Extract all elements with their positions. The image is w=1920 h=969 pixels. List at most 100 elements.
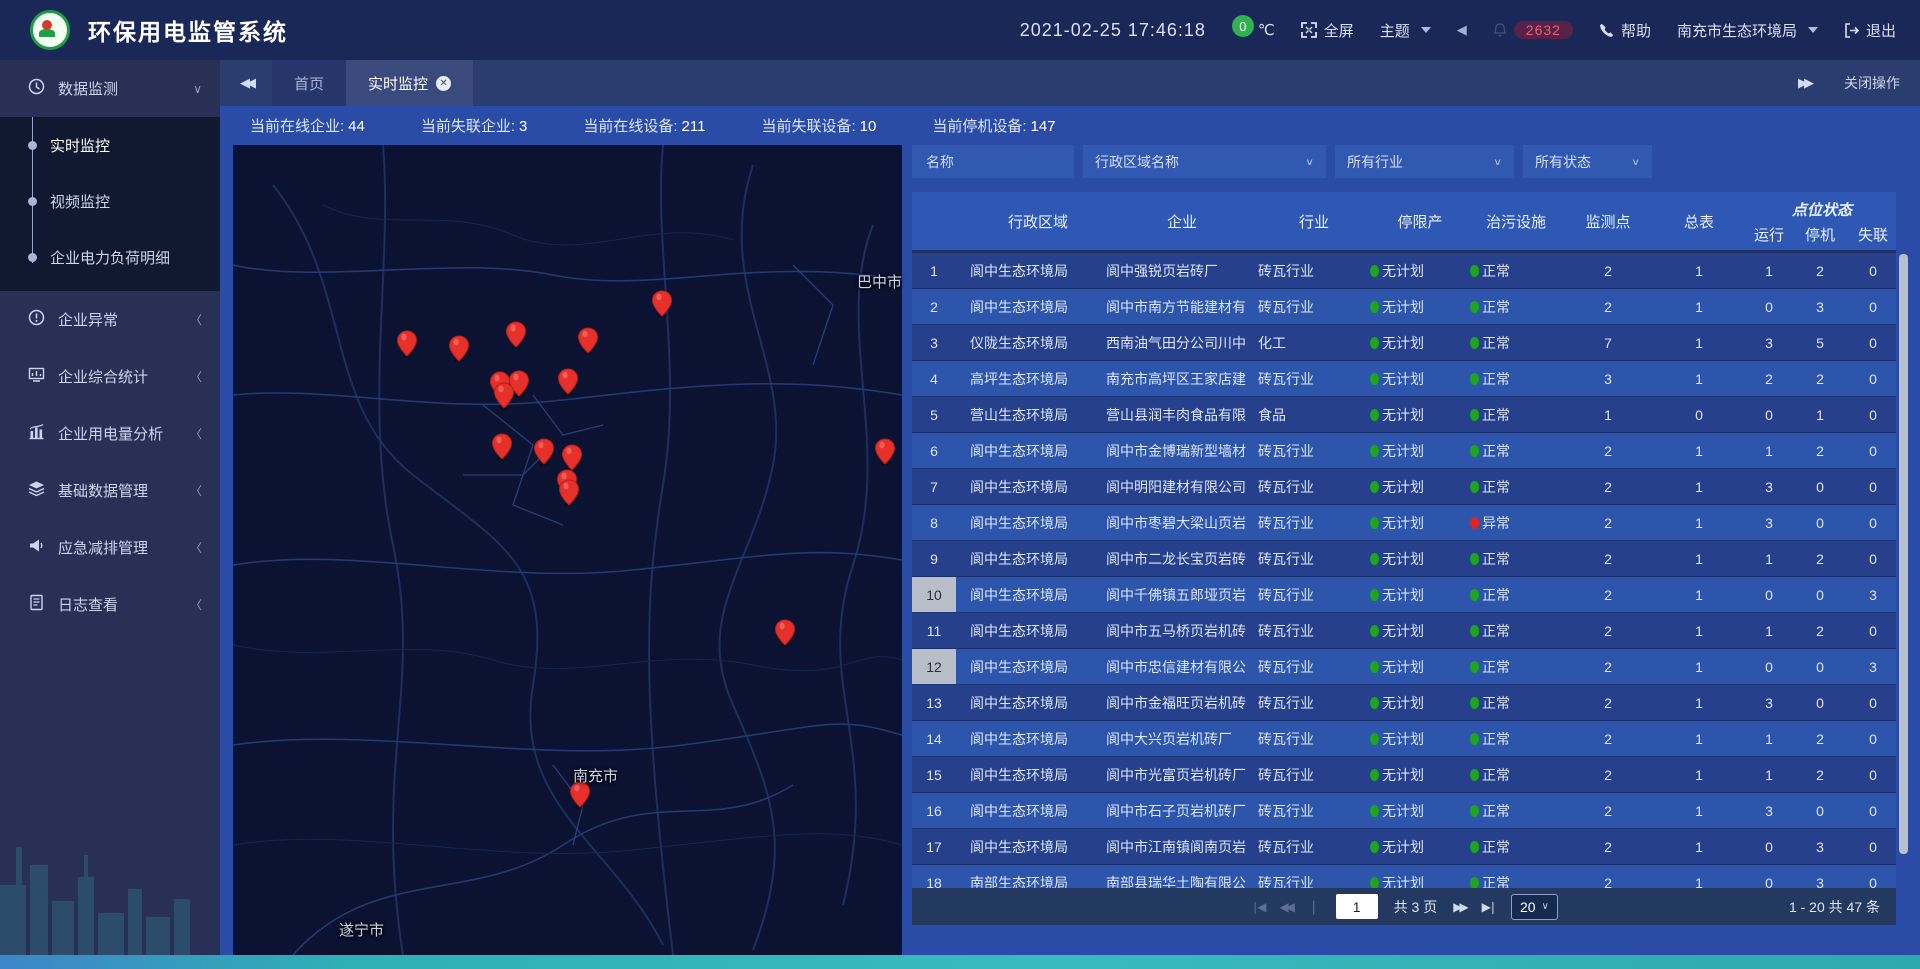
map-pin-3[interactable] [577,327,599,355]
sidebar-item-2[interactable]: 企业综合统计〈 [0,348,220,405]
cell-index: 13 [912,685,956,720]
sidebar-item-0[interactable]: 数据监测∨ [0,60,220,117]
sidebar-subitem-0-2[interactable]: 企业电力负荷明细 [0,229,220,285]
cell-index: 17 [912,829,956,864]
cell-index: 2 [912,289,956,324]
map-pin-2[interactable] [505,321,527,349]
cell-company: 阆中市光富页岩机砖厂 [1106,765,1258,785]
map-pin-9[interactable] [491,433,513,461]
table-row-6[interactable]: 6阆中生态环境局阆中市金博瑞新型墙材砖瓦行业无计划正常21120 [912,433,1896,469]
table-row-9[interactable]: 9阆中生态环境局阆中市二龙长宝页岩砖砖瓦行业无计划正常21120 [912,541,1896,577]
cell-monitor-count: 2 [1562,623,1654,639]
table-row-4[interactable]: 4高坪生态环境局南充市高坪区王家店建砖瓦行业无计划正常31220 [912,361,1896,397]
table-row-14[interactable]: 14阆中生态环境局阆中大兴页岩机砖厂砖瓦行业无计划正常21120 [912,721,1896,757]
sidebar-item-6[interactable]: 日志查看〈 [0,576,220,633]
sidebar-item-4[interactable]: 基础数据管理〈 [0,462,220,519]
help-button[interactable]: 帮助 [1599,20,1651,41]
table-row-16[interactable]: 16阆中生态环境局阆中市石子页岩机砖厂砖瓦行业无计划正常21300 [912,793,1896,829]
map-pin-15[interactable] [774,619,796,647]
tabs-scroll-left-button[interactable]: ◀◀ [220,60,272,106]
map-pin-0[interactable] [396,330,418,358]
table-row-17[interactable]: 17阆中生态环境局阆中市江南镇阆南页岩砖瓦行业无计划正常21030 [912,829,1896,865]
status-dot-green [1470,337,1479,349]
cell-total-count: 1 [1654,803,1744,819]
map-pin-11[interactable] [561,444,583,472]
tabs-scroll-right-button[interactable]: ▶▶ [1798,75,1810,91]
sidebar-item-5[interactable]: 应急减排管理〈 [0,519,220,576]
cell-total-count: 0 [1654,407,1744,423]
phone-icon [1599,23,1614,38]
stat-value: 3 [519,118,527,135]
region-filter-select[interactable]: 行政区域名称∨ [1083,145,1326,178]
map-panel[interactable]: 巴中市南充市遂宁市 ◀ [233,145,902,955]
status-dot-green [1470,481,1479,493]
page-number-input[interactable] [1336,894,1378,919]
sidebar-item-label: 基础数据管理 [58,480,148,501]
table-row-3[interactable]: 3仪陇生态环境局西南油气田分公司川中化工无计划正常71350 [912,325,1896,361]
tab-bar: ◀◀ 首页实时监控✕ ▶▶ 关闭操作 [220,60,1920,106]
name-filter-field[interactable] [912,145,1074,178]
tab-1[interactable]: 实时监控✕ [346,60,473,106]
table-scrollbar-thumb[interactable] [1899,254,1908,854]
table-row-1[interactable]: 1阆中生态环境局阆中强锐页岩砖厂砖瓦行业无计划正常21120 [912,253,1896,289]
map-pin-7[interactable] [557,368,579,396]
alert-counter[interactable]: 2632 [1493,21,1573,39]
table-row-12[interactable]: 12阆中生态环境局阆中市忠信建材有限公砖瓦行业无计划正常21003 [912,649,1896,685]
sidebar-item-3[interactable]: 企业用电量分析〈 [0,405,220,462]
cell-monitor-count: 2 [1562,587,1654,603]
close-icon[interactable]: ✕ [436,76,451,91]
cell-stop-status: 无计划 [1370,477,1470,497]
fullscreen-button[interactable]: 全屏 [1301,20,1354,41]
cell-lost-count: 0 [1846,695,1896,711]
status-dot-green [1370,481,1379,493]
table-row-8[interactable]: 8阆中生态环境局阆中市枣碧大梁山页岩砖瓦行业无计划异常21300 [912,505,1896,541]
cell-run-count: 1 [1744,767,1794,783]
stat-label: 当前失联企业: [421,118,515,135]
status-dot-green [1370,625,1379,637]
chevron-down-icon [1808,27,1818,33]
col-header-point-status: 点位状态 运行 停机 失联 [1744,192,1900,250]
map-pin-10[interactable] [533,438,555,466]
table-row-11[interactable]: 11阆中生态环境局阆中市五马桥页岩机砖砖瓦行业无计划正常21120 [912,613,1896,649]
table-row-10[interactable]: 10阆中生态环境局阆中千佛镇五郎垭页岩砖瓦行业无计划正常21003 [912,577,1896,613]
status-dot-green [1470,697,1479,709]
mute-button[interactable]: ◀ [1457,22,1467,38]
cell-halt-count: 2 [1794,731,1846,747]
cell-index: 8 [912,505,956,540]
status-dot-green [1370,661,1379,673]
cell-region: 阆中生态环境局 [956,297,1106,317]
prev-page-button[interactable]: ◀◀ [1279,900,1291,914]
cell-lost-count: 0 [1846,731,1896,747]
map-pin-1[interactable] [448,335,470,363]
map-pin-8[interactable] [493,382,515,410]
first-page-button[interactable]: ❘◀ [1250,900,1263,914]
cell-lost-count: 0 [1846,623,1896,639]
name-filter-input[interactable] [924,153,1062,171]
sidebar-subitem-0-1[interactable]: 视频监控 [0,173,220,229]
logout-button[interactable]: 退出 [1844,20,1896,41]
table-row-13[interactable]: 13阆中生态环境局阆中市金福旺页岩机砖砖瓦行业无计划正常21300 [912,685,1896,721]
table-row-5[interactable]: 5营山生态环境局营山县润丰肉食品有限食品无计划正常10010 [912,397,1896,433]
sidebar-subitem-0-0[interactable]: 实时监控 [0,117,220,173]
org-dropdown[interactable]: 南充市生态环境局 [1677,20,1818,41]
cell-stop-status: 无计划 [1370,621,1470,641]
table-row-2[interactable]: 2阆中生态环境局阆中市南方节能建材有砖瓦行业无计划正常21030 [912,289,1896,325]
pagination-bar: ❘◀ ◀◀ ❘ 共 3 页 ▶▶ ▶❘ 20∨ 1 - 20 共 47 条 [912,888,1896,925]
map-pin-4[interactable] [651,290,673,318]
table-row-15[interactable]: 15阆中生态环境局阆中市光富页岩机砖厂砖瓦行业无计划正常21120 [912,757,1896,793]
map-pin-14[interactable] [874,438,896,466]
theme-dropdown[interactable]: 主题 [1380,20,1431,41]
industry-filter-select[interactable]: 所有行业∨ [1335,145,1514,178]
sidebar-item-1[interactable]: 企业异常〈 [0,291,220,348]
close-operations-button[interactable]: 关闭操作 [1844,73,1900,93]
table-row-7[interactable]: 7阆中生态环境局阆中明阳建材有限公司砖瓦行业无计划正常21300 [912,469,1896,505]
tab-0[interactable]: 首页 [272,60,346,106]
status-filter-select[interactable]: 所有状态∨ [1523,145,1652,178]
cell-industry: 砖瓦行业 [1258,477,1370,497]
page-size-select[interactable]: 20∨ [1511,894,1558,920]
cell-total-count: 1 [1654,695,1744,711]
last-page-button[interactable]: ▶❘ [1482,900,1495,914]
next-page-button[interactable]: ▶▶ [1453,900,1465,914]
cell-total-count: 1 [1654,731,1744,747]
map-pin-13[interactable] [558,479,580,507]
